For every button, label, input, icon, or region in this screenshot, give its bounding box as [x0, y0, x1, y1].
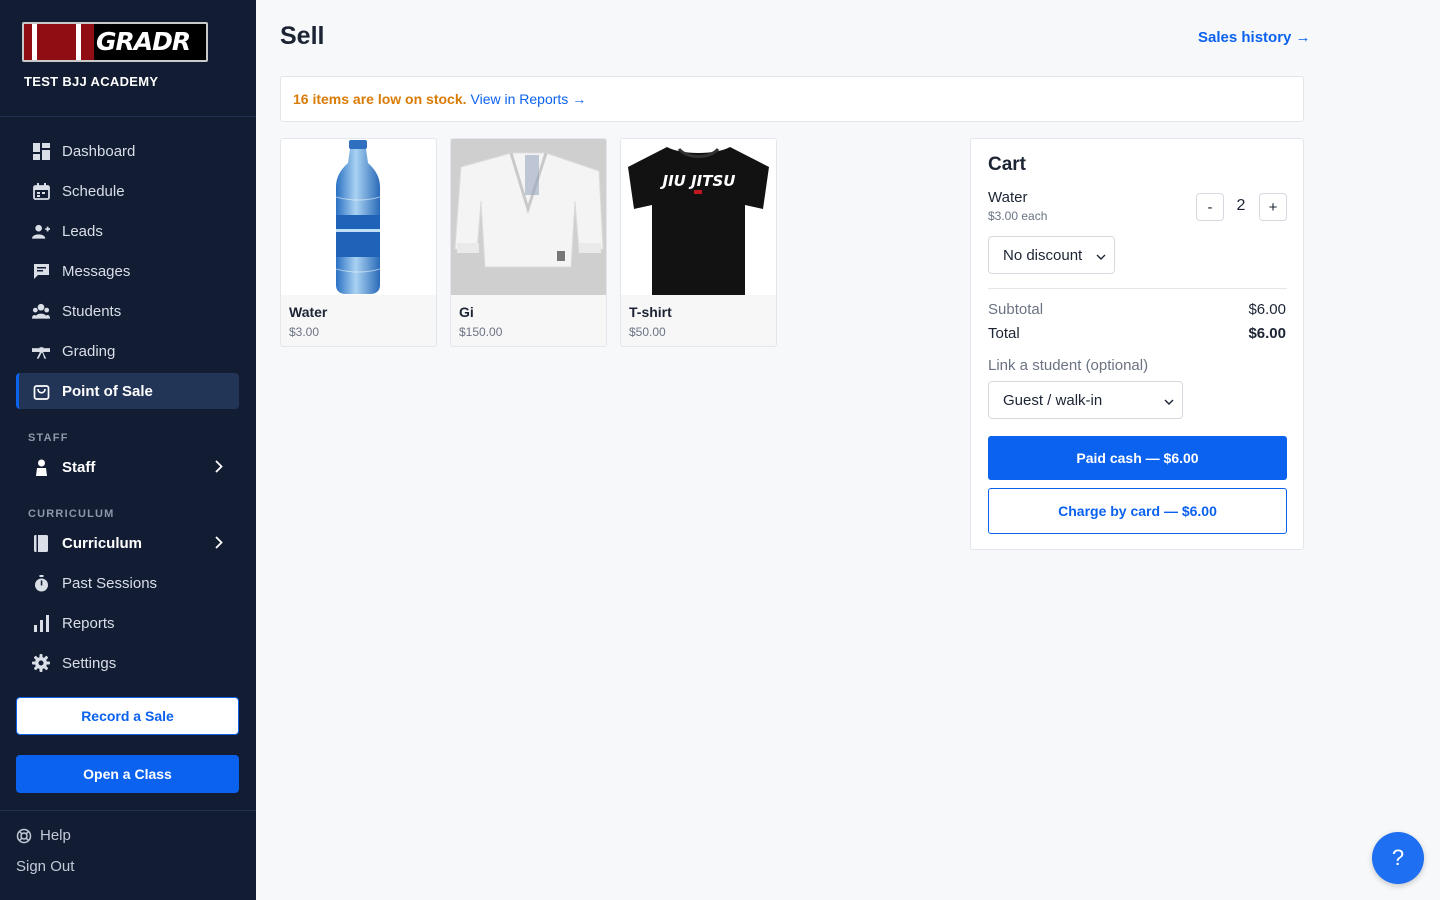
chevron-right-icon — [215, 536, 223, 553]
sidebar-item-staff[interactable]: Staff — [16, 449, 239, 485]
logo-text: GRADR — [96, 27, 191, 56]
subtotal-value: $6.00 — [1248, 301, 1286, 318]
water-bottle-image — [281, 139, 436, 295]
divider — [0, 810, 256, 811]
group-icon — [32, 302, 50, 320]
chevron-down-icon — [1096, 249, 1106, 266]
decrease-quantity-button[interactable]: - — [1196, 193, 1224, 221]
book-icon — [32, 534, 50, 552]
help-fab-button[interactable]: ? — [1372, 832, 1424, 884]
lifebuoy-icon — [16, 828, 32, 844]
bar-chart-icon — [32, 614, 50, 632]
person-icon — [32, 458, 50, 476]
dashboard-icon — [32, 142, 50, 160]
help-link[interactable]: Help — [16, 827, 71, 844]
sidebar-item-label: Curriculum — [62, 534, 143, 552]
subtotal-label: Subtotal — [988, 301, 1044, 318]
sign-out-link[interactable]: Sign Out — [16, 858, 74, 875]
gi-image — [451, 139, 606, 295]
sidebar-item-label: Students — [62, 302, 122, 320]
product-price: $3.00 — [289, 325, 320, 339]
increase-quantity-button[interactable]: + — [1259, 193, 1287, 221]
sidebar-item-settings[interactable]: Settings — [16, 645, 239, 681]
chevron-down-icon — [1164, 394, 1174, 411]
sidebar-item-point-of-sale[interactable]: Point of Sale — [16, 373, 239, 409]
sales-history-link[interactable]: Sales history → — [1198, 29, 1311, 46]
logo-bar — [32, 24, 37, 60]
divider — [0, 116, 256, 117]
sidebar-item-label: Settings — [62, 654, 117, 672]
help-label: Help — [40, 827, 71, 844]
charge-card-button[interactable]: Charge by card — $6.00 — [988, 488, 1287, 534]
quantity-value: 2 — [1236, 197, 1246, 214]
student-select[interactable]: Guest / walk-in — [988, 381, 1183, 419]
stopwatch-icon — [32, 574, 50, 592]
page-title: Sell — [280, 22, 325, 50]
sidebar-item-curriculum[interactable]: Curriculum — [16, 525, 239, 561]
chat-icon — [32, 262, 50, 280]
sidebar-item-past-sessions[interactable]: Past Sessions — [16, 565, 239, 601]
sidebar-item-label: Past Sessions — [62, 574, 158, 592]
divider — [988, 288, 1287, 289]
sidebar-item-label: Staff — [62, 458, 96, 476]
total-value: $6.00 — [1248, 325, 1286, 342]
logo-bar — [76, 24, 81, 60]
sidebar-item-messages[interactable]: Messages — [16, 253, 239, 289]
cart-panel: Cart Water $3.00 each - 2 + No discount … — [970, 138, 1304, 550]
sidebar-item-label: Messages — [62, 262, 131, 280]
cart-item-unit-price: $3.00 each — [988, 209, 1048, 223]
sidebar-item-dashboard[interactable]: Dashboard — [16, 133, 239, 169]
tshirt-print-text: JIU JITSU — [660, 172, 736, 190]
sidebar-item-students[interactable]: Students — [16, 293, 239, 329]
calendar-icon — [32, 182, 50, 200]
academy-name: TEST BJJ ACADEMY — [24, 74, 159, 89]
sidebar-item-schedule[interactable]: Schedule — [16, 173, 239, 209]
low-stock-text: 16 items are low on stock. — [293, 91, 467, 107]
belt-icon — [32, 342, 50, 360]
section-label-staff: STAFF — [28, 432, 69, 444]
sidebar: GRADR TEST BJJ ACADEMY Dashboard Schedul… — [0, 0, 256, 900]
product-card-tshirt[interactable]: JIU JITSU T-shirt $50.00 — [620, 138, 777, 347]
link-student-label: Link a student (optional) — [988, 357, 1149, 374]
product-name: T-shirt — [629, 304, 672, 320]
chevron-right-icon — [215, 460, 223, 477]
cart-item-name: Water — [988, 189, 1028, 206]
record-sale-button[interactable]: Record a Sale — [16, 697, 239, 735]
sidebar-item-label: Grading — [62, 342, 116, 360]
product-card-water[interactable]: Water $3.00 — [280, 138, 437, 347]
add-person-icon — [32, 222, 50, 240]
sidebar-item-leads[interactable]: Leads — [16, 213, 239, 249]
product-price: $50.00 — [629, 325, 666, 339]
open-class-button[interactable]: Open a Class — [16, 755, 239, 793]
product-name: Gi — [459, 304, 474, 320]
student-value: Guest / walk-in — [1003, 391, 1103, 409]
sidebar-item-label: Leads — [62, 222, 103, 240]
sidebar-item-label: Schedule — [62, 182, 125, 200]
section-label-curriculum: CURRICULUM — [28, 508, 115, 520]
sidebar-item-label: Reports — [62, 614, 115, 632]
gradr-logo[interactable]: GRADR — [22, 22, 208, 62]
shopping-bag-icon — [32, 382, 50, 400]
tshirt-image: JIU JITSU — [621, 139, 776, 295]
discount-value: No discount — [1003, 246, 1083, 264]
sidebar-item-grading[interactable]: Grading — [16, 333, 239, 369]
sidebar-item-label: Point of Sale — [62, 382, 153, 400]
total-label: Total — [988, 325, 1020, 342]
gear-icon — [32, 654, 50, 672]
sidebar-item-reports[interactable]: Reports — [16, 605, 239, 641]
product-price: $150.00 — [459, 325, 503, 339]
discount-select[interactable]: No discount — [988, 236, 1115, 274]
sidebar-item-label: Dashboard — [62, 142, 136, 160]
paid-cash-button[interactable]: Paid cash — $6.00 — [988, 436, 1287, 480]
low-stock-alert: 16 items are low on stock. View in Repor… — [280, 76, 1304, 122]
product-name: Water — [289, 304, 328, 320]
view-reports-link[interactable]: View in Reports → — [471, 91, 587, 107]
product-card-gi[interactable]: Gi $150.00 — [450, 138, 607, 347]
cart-title: Cart — [988, 154, 1027, 175]
